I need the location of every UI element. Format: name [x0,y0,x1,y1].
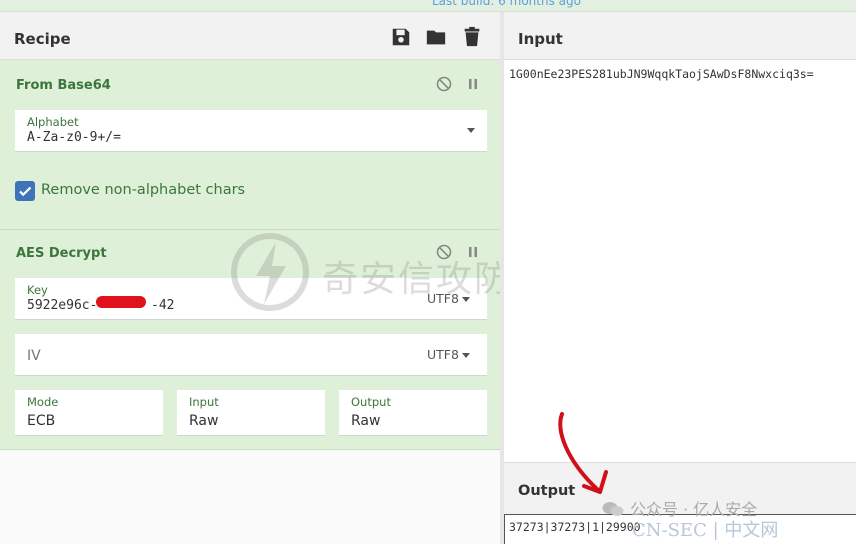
output-format-value: Raw [351,413,381,429]
recipe-title: Recipe [14,30,71,48]
key-value-end: -42 [151,298,175,313]
chevron-down-icon [467,128,475,133]
output-format-label: Output [351,395,391,409]
red-arrow-annotation [558,412,608,494]
output-format-select[interactable]: Output Raw [339,390,487,436]
iv-placeholder: IV [27,348,41,364]
input-format-label: Input [189,395,219,409]
input-format-select[interactable]: Input Raw [177,390,325,436]
last-build-text: Last build: 6 months ago [432,0,581,8]
output-text: 37273|37273|1|29900 [509,520,641,534]
folder-icon[interactable] [425,26,447,48]
pause-icon[interactable] [465,76,481,92]
trash-icon[interactable] [461,26,483,48]
alphabet-label: Alphabet [27,115,79,129]
key-value-start: 5922e96c- [27,298,98,313]
top-bar: Last build: 6 months ago [0,0,856,12]
key-redaction-mark [96,296,146,308]
operation-from-base64[interactable]: From Base64 Alphabet A-Za-z0-9+/= [0,60,500,230]
lightning-logo-icon [231,233,309,311]
mode-select[interactable]: Mode ECB [15,390,163,436]
disable-icon[interactable] [436,76,452,92]
iv-encoding-dropdown[interactable]: UTF8 [427,347,470,362]
remove-non-alphabet-label: Remove non-alphabet chars [41,182,246,198]
alphabet-value: A-Za-z0-9+/= [27,130,121,145]
input-format-value: Raw [189,413,219,429]
input-title: Input [518,30,563,48]
wechat-icon [602,502,624,516]
input-textarea[interactable]: 1G00nEe23PES281ubJN9WqqkTaojSAwDsF8Nwxci… [509,67,814,81]
iv-input[interactable]: IV UTF8 [15,334,487,376]
operation-title: AES Decrypt [16,246,107,261]
cnsec-watermark: CN-SEC | 中文网 [632,520,779,541]
key-label: Key [27,283,48,297]
remove-non-alphabet-checkbox[interactable] [15,181,35,201]
mode-value: ECB [27,413,56,429]
alphabet-select[interactable]: Alphabet A-Za-z0-9+/= [15,110,487,152]
save-icon[interactable] [390,26,412,48]
operation-title: From Base64 [16,78,111,93]
mode-label: Mode [27,395,59,409]
